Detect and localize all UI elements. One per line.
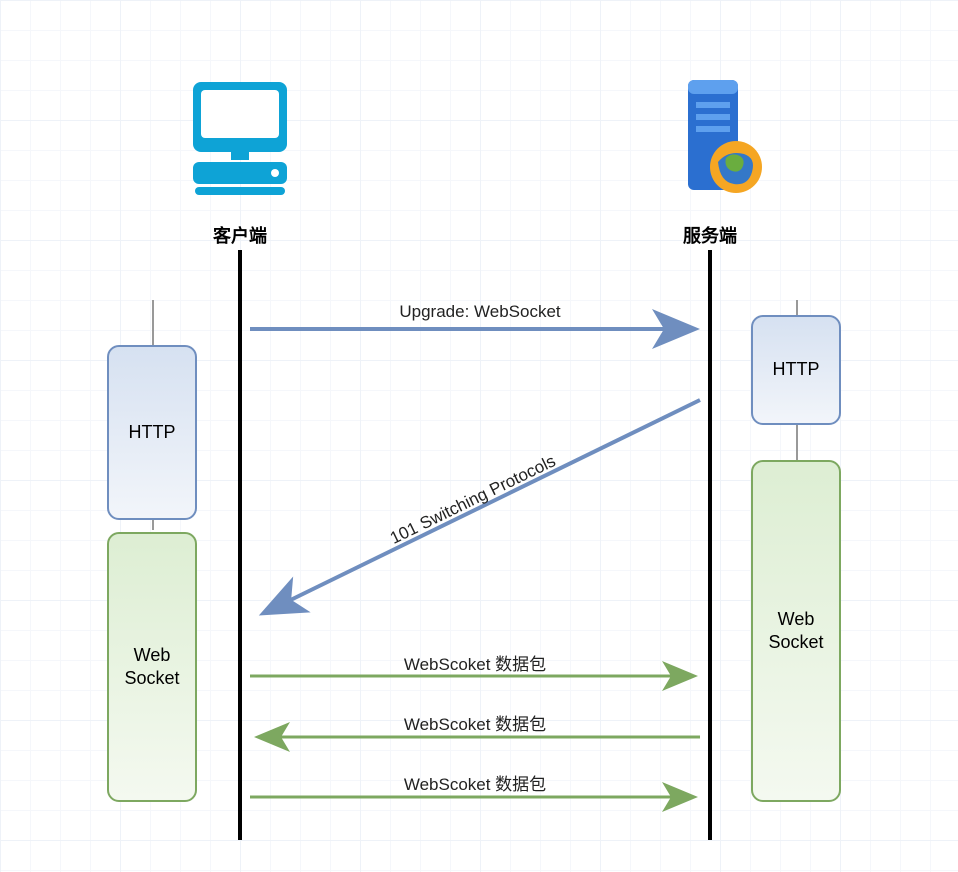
diagram-canvas: 客户端 服务端 HTTP Web Socket HTTP Web Socket xyxy=(0,0,958,872)
upgrade-arrow-label: Upgrade: WebSocket xyxy=(350,302,610,322)
server-http-label: HTTP xyxy=(773,358,820,381)
client-lifeline xyxy=(238,250,242,840)
server-icon xyxy=(648,72,778,202)
client-http-box: HTTP xyxy=(107,345,197,520)
server-label: 服务端 xyxy=(670,222,750,248)
server-lifeline xyxy=(708,250,712,840)
data3-arrow-label: WebScoket 数据包 xyxy=(365,770,585,795)
data1-arrow-label: WebScoket 数据包 xyxy=(365,650,585,675)
switching-arrow-label: 101 Switching Protocols xyxy=(365,441,580,560)
client-ws-box: Web Socket xyxy=(107,532,197,802)
client-ws-label: Web Socket xyxy=(124,644,179,691)
client-label: 客户端 xyxy=(200,222,280,248)
server-ws-box: Web Socket xyxy=(751,460,841,802)
client-computer-icon xyxy=(175,72,305,202)
server-http-box: HTTP xyxy=(751,315,841,425)
data2-arrow-label: WebScoket 数据包 xyxy=(365,710,585,735)
client-http-label: HTTP xyxy=(129,421,176,444)
server-ws-label: Web Socket xyxy=(768,608,823,655)
